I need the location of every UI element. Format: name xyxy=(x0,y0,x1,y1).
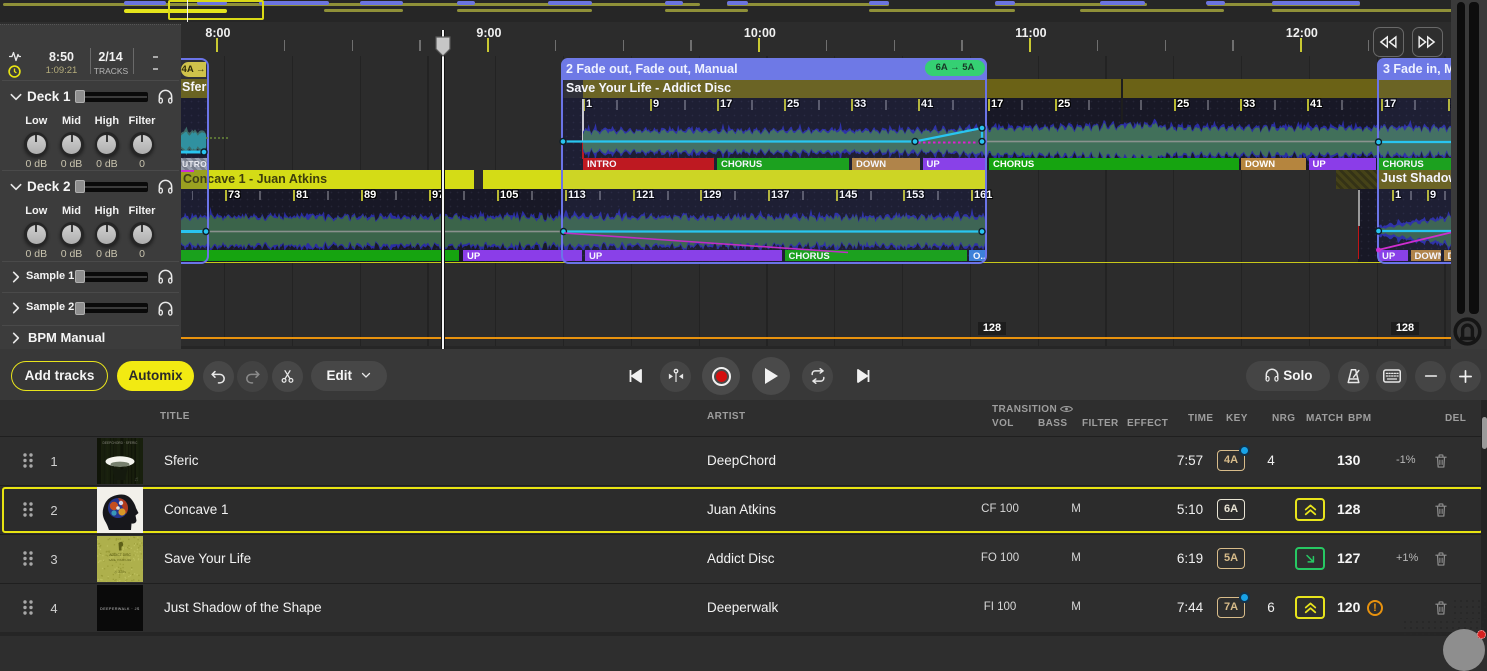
svg-text:SAVE YOUR LIFE: SAVE YOUR LIFE xyxy=(109,558,132,562)
svg-text:DEEPCHORD · SFERIC: DEEPCHORD · SFERIC xyxy=(103,441,139,445)
svg-text:DEEPERWALK · JS: DEEPERWALK · JS xyxy=(100,607,140,611)
svg-text:♫ 33⅓: ♫ 33⅓ xyxy=(114,569,127,574)
svg-text:ADDICT DISC: ADDICT DISC xyxy=(109,553,131,557)
svg-text:♬: ♬ xyxy=(134,477,140,483)
